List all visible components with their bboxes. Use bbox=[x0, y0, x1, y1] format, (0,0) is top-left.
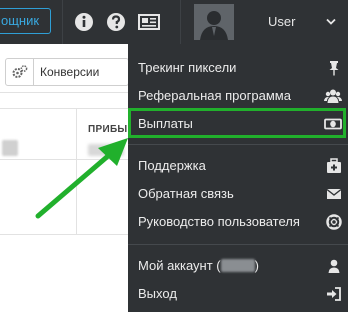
nav-separator bbox=[62, 0, 63, 44]
users-icon bbox=[324, 89, 342, 103]
menu-item-label: Реферальная программа bbox=[138, 88, 291, 103]
menu-item-label: Поддержка bbox=[138, 158, 206, 173]
menu-item-label: Выход bbox=[138, 286, 177, 301]
table-row-divider bbox=[0, 234, 130, 235]
select-gear-addon bbox=[6, 59, 34, 85]
menu-item-logout[interactable]: Выход bbox=[128, 280, 348, 308]
partner-button[interactable]: ощник bbox=[0, 8, 51, 34]
menu-item-label: Обратная связь bbox=[138, 186, 234, 201]
table-column-divider bbox=[76, 108, 77, 234]
metric-select-value: Конверсии bbox=[40, 65, 100, 79]
menu-item-label: Руководство пользователя bbox=[138, 214, 300, 229]
nav-separator bbox=[180, 0, 181, 44]
help-icon[interactable] bbox=[106, 12, 126, 32]
profit-column-header[interactable]: ПРИБЫ bbox=[88, 124, 128, 135]
pin-icon bbox=[329, 61, 339, 76]
news-icon[interactable] bbox=[138, 12, 160, 32]
redacted-account-name bbox=[220, 259, 255, 272]
user-dropdown-menu: Трекинг пиксели Реферальная программа Вы… bbox=[128, 44, 348, 312]
info-icon[interactable] bbox=[74, 12, 94, 32]
sign-out-icon bbox=[327, 287, 341, 301]
top-navbar: ощник User bbox=[0, 0, 348, 44]
menu-item-label: Мой аккаунт () bbox=[138, 258, 259, 273]
menu-item-referral-program[interactable]: Реферальная программа bbox=[128, 82, 348, 110]
menu-item-user-guide[interactable]: Руководство пользователя bbox=[128, 208, 348, 236]
user-icon bbox=[328, 259, 340, 273]
redacted-cell bbox=[88, 144, 124, 156]
medkit-icon bbox=[327, 158, 341, 173]
envelope-icon bbox=[326, 188, 342, 199]
avatar[interactable] bbox=[194, 4, 234, 40]
user-name-label[interactable]: User bbox=[268, 14, 295, 29]
arrow-shaft bbox=[35, 153, 111, 219]
menu-item-feedback[interactable]: Обратная связь bbox=[128, 180, 348, 208]
menu-item-tracking-pixels[interactable]: Трекинг пиксели bbox=[128, 54, 348, 82]
highlight-box bbox=[128, 108, 346, 138]
menu-item-my-account[interactable]: Мой аккаунт () bbox=[128, 252, 348, 280]
lifebuoy-icon bbox=[326, 214, 342, 230]
metric-select[interactable]: Конверсии bbox=[5, 58, 129, 86]
menu-item-support[interactable]: Поддержка bbox=[128, 152, 348, 180]
user-avatar-icon bbox=[200, 11, 228, 40]
chevron-down-icon[interactable] bbox=[326, 18, 336, 26]
gears-icon bbox=[12, 65, 28, 78]
menu-divider bbox=[128, 144, 348, 145]
menu-item-label: Трекинг пиксели bbox=[138, 60, 237, 75]
menu-divider bbox=[128, 244, 348, 245]
redacted-cell bbox=[2, 140, 18, 156]
